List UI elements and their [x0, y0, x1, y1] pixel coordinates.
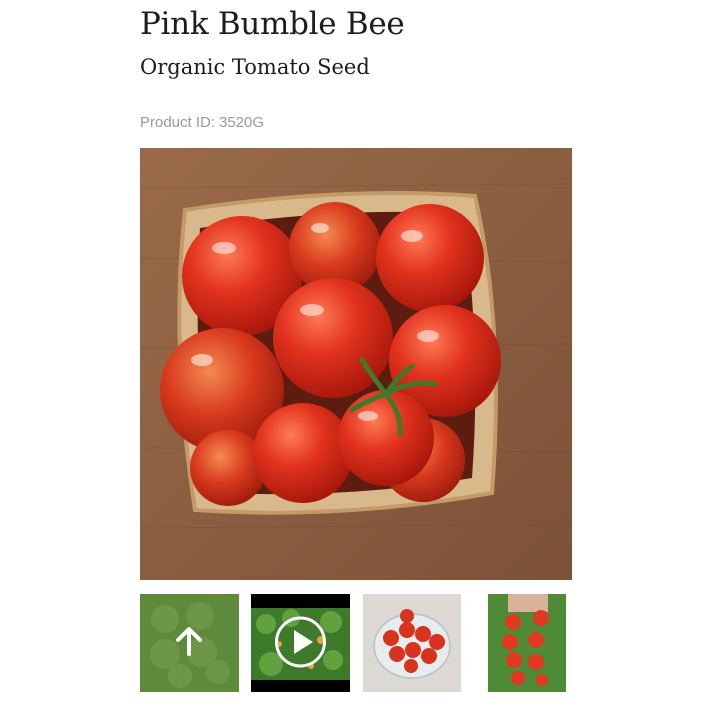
tomato-basket-illustration — [140, 148, 572, 580]
main-product-image[interactable] — [140, 148, 572, 580]
thumbnail-scroll-up[interactable] — [140, 594, 239, 692]
product-subtitle: Organic Tomato Seed — [140, 55, 370, 79]
thumbnail-video[interactable] — [251, 594, 350, 692]
thumbnail-bowl[interactable] — [363, 594, 461, 692]
product-id: Product ID: 3520G — [140, 114, 264, 131]
thumbnail-strip — [0, 594, 720, 692]
thumbnail-vine[interactable] — [488, 594, 566, 692]
product-id-label: Product ID: — [140, 114, 216, 131]
product-id-value: 3520G — [219, 114, 265, 131]
product-title: Pink Bumble Bee — [140, 6, 405, 42]
